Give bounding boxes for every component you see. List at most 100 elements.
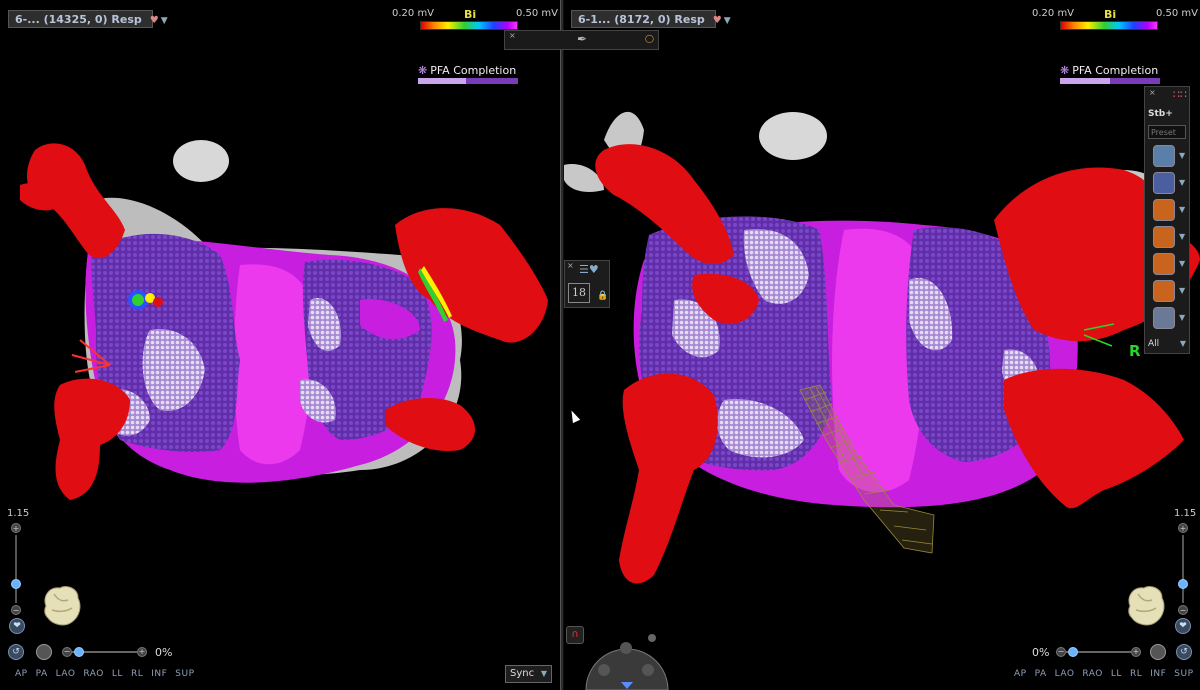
chevron-down-icon[interactable]: ▼ — [1179, 178, 1185, 187]
view-ap[interactable]: AP — [15, 669, 28, 679]
rotation-minus-icon[interactable]: − — [1056, 647, 1066, 657]
rotation-plus-icon[interactable]: + — [137, 647, 147, 657]
left-view-title[interactable]: 6-... (14325, 0) Resp ♥ ▼ — [8, 10, 168, 28]
rotation-minus-icon[interactable]: − — [62, 647, 72, 657]
filter-dropdown[interactable]: All ▼ — [1148, 339, 1186, 352]
right-zoom-slider[interactable]: + − — [1178, 523, 1188, 615]
zoom-knob[interactable] — [1178, 579, 1188, 589]
view-inf[interactable]: INF — [1150, 669, 1166, 679]
rotation-plus-icon[interactable]: + — [1131, 647, 1141, 657]
view-inf[interactable]: INF — [151, 669, 167, 679]
catheter-tip-icon[interactable] — [1153, 172, 1175, 194]
right-view-title[interactable]: 6-1... (8172, 0) Resp ♥ ▼ — [571, 10, 731, 28]
stb-label[interactable]: Stb+ — [1148, 109, 1173, 119]
left-color-scale-bar — [420, 21, 518, 30]
view-sup[interactable]: SUP — [175, 669, 194, 679]
right-anatomy-map[interactable] — [564, 0, 1200, 690]
lock-icon[interactable]: 🔒 — [597, 291, 608, 301]
view-pa[interactable]: PA — [1035, 669, 1047, 679]
view-lao[interactable]: LAO — [56, 669, 76, 679]
view-rao[interactable]: RAO — [1082, 669, 1102, 679]
chevron-down-icon[interactable]: ▼ — [1179, 232, 1185, 241]
catheter-icon[interactable] — [1153, 145, 1175, 167]
zoom-knob[interactable] — [11, 579, 21, 589]
zoom-minus-icon[interactable]: − — [11, 605, 21, 615]
top-mini-toolbar: × ✒ ◯ — [504, 30, 659, 50]
chevron-down-icon[interactable]: ▼ — [724, 16, 731, 26]
view-ll[interactable]: LL — [1111, 669, 1122, 679]
view-rl[interactable]: RL — [1130, 669, 1142, 679]
right-sphere-icon[interactable] — [1150, 644, 1166, 660]
magnet-icon[interactable]: ∩ — [566, 626, 584, 644]
ruler-icon[interactable] — [1153, 307, 1175, 329]
zoom-minus-icon[interactable]: − — [1178, 605, 1188, 615]
right-pfa-progress-bar — [1060, 78, 1160, 84]
left-heart-reset-icon[interactable]: ❤ — [9, 618, 25, 634]
left-zoom-slider[interactable]: + − — [11, 523, 21, 615]
preset-label: Preset — [1151, 128, 1176, 137]
left-zoom-value: 1.15 — [7, 508, 30, 519]
right-map-view[interactable]: 6-1... (8172, 0) Resp ♥ ▼ 0.20 mV Bi 0.50 … — [564, 0, 1200, 690]
right-heart-reset-icon[interactable]: ❤ — [1175, 618, 1191, 634]
chevron-down-icon[interactable]: ▼ — [1179, 151, 1185, 160]
rotation-knob[interactable] — [1068, 647, 1078, 657]
view-lao[interactable]: LAO — [1055, 669, 1075, 679]
tool-selector-wheel[interactable] — [584, 626, 670, 690]
filter-heart-icon[interactable]: ☰♥ — [579, 263, 599, 276]
view-rao[interactable]: RAO — [83, 669, 103, 679]
left-scale-max: 0.50 mV — [515, 8, 558, 19]
right-rotation-slider[interactable]: − + — [1056, 645, 1141, 659]
left-rotate-view-icon[interactable]: ↺ — [8, 644, 24, 660]
left-pfa-progress-bar — [418, 78, 518, 84]
point-count: 18 — [568, 283, 590, 303]
right-voltage-scale[interactable]: 0.20 mV Bi 0.50 mV — [1032, 8, 1198, 32]
settings-tool-icon — [648, 634, 656, 642]
left-scale-mode: Bi — [464, 8, 477, 21]
view-rl[interactable]: RL — [131, 669, 143, 679]
zoom-plus-icon[interactable]: + — [1178, 523, 1188, 533]
lesion-marker-icon[interactable] — [1153, 226, 1175, 248]
link-icon[interactable]: ◯ — [645, 34, 654, 43]
filter-label: All — [1148, 339, 1160, 349]
right-orientation-heart-icon[interactable] — [1124, 582, 1168, 628]
eraser-tool-icon — [642, 664, 654, 676]
zoom-track — [1182, 535, 1184, 603]
zoom-track — [15, 535, 17, 603]
left-voltage-scale[interactable]: 0.20 mV Bi 0.50 mV — [392, 8, 558, 32]
right-scale-max: 0.50 mV — [1155, 8, 1198, 19]
view-ap[interactable]: AP — [1014, 669, 1027, 679]
right-view-presets[interactable]: AP PA LAO RAO LL RL INF SUP — [1014, 669, 1200, 679]
view-ll[interactable]: LL — [112, 669, 123, 679]
close-icon[interactable]: × — [567, 261, 574, 270]
display-tools-panel: × ∷∷ Stb+ Preset ▼ ▼ ▼ ▼ ▼ ▼ ▼ All ▼ — [1144, 86, 1190, 354]
left-map-view[interactable]: 6-... (14325, 0) Resp ♥ ▼ 0.20 mV Bi 0.50 … — [0, 0, 560, 690]
catheter-pin-icon[interactable]: ✒ — [577, 32, 587, 46]
chevron-down-icon[interactable]: ▼ — [1179, 259, 1185, 268]
left-view-presets[interactable]: AP PA LAO RAO LL RL INF SUP — [15, 669, 203, 679]
pfa-icon: ❋ — [1060, 64, 1070, 77]
chevron-down-icon[interactable]: ▼ — [1179, 286, 1185, 295]
zoom-plus-icon[interactable]: + — [11, 523, 21, 533]
left-sphere-icon[interactable] — [36, 644, 52, 660]
left-view-title-text: 6-... (14325, 0) Resp — [15, 13, 142, 26]
hand-tool-icon — [598, 664, 610, 676]
view-pa[interactable]: PA — [36, 669, 48, 679]
close-icon[interactable]: × — [509, 31, 516, 40]
grid-dots-icon[interactable]: ∷∷ — [1173, 88, 1187, 101]
left-rotation-slider[interactable]: − + — [62, 645, 147, 659]
left-anatomy-map[interactable] — [0, 0, 560, 690]
right-pfa-label: PFA Completion — [1072, 64, 1159, 77]
chevron-down-icon[interactable]: ▼ — [1179, 205, 1185, 214]
color-ring-icon[interactable] — [1153, 280, 1175, 302]
ring-icon[interactable] — [1153, 253, 1175, 275]
view-sup[interactable]: SUP — [1174, 669, 1193, 679]
close-icon[interactable]: × — [1149, 88, 1156, 97]
sync-dropdown[interactable]: Sync ▼ — [505, 665, 552, 683]
preset-dropdown[interactable]: Preset — [1148, 125, 1186, 139]
left-orientation-heart-icon[interactable] — [40, 582, 84, 628]
rotation-knob[interactable] — [74, 647, 84, 657]
chevron-down-icon[interactable]: ▼ — [161, 16, 168, 26]
chevron-down-icon[interactable]: ▼ — [1179, 313, 1185, 322]
mesh-surface-icon[interactable] — [1153, 199, 1175, 221]
right-rotate-view-icon[interactable]: ↺ — [1176, 644, 1192, 660]
